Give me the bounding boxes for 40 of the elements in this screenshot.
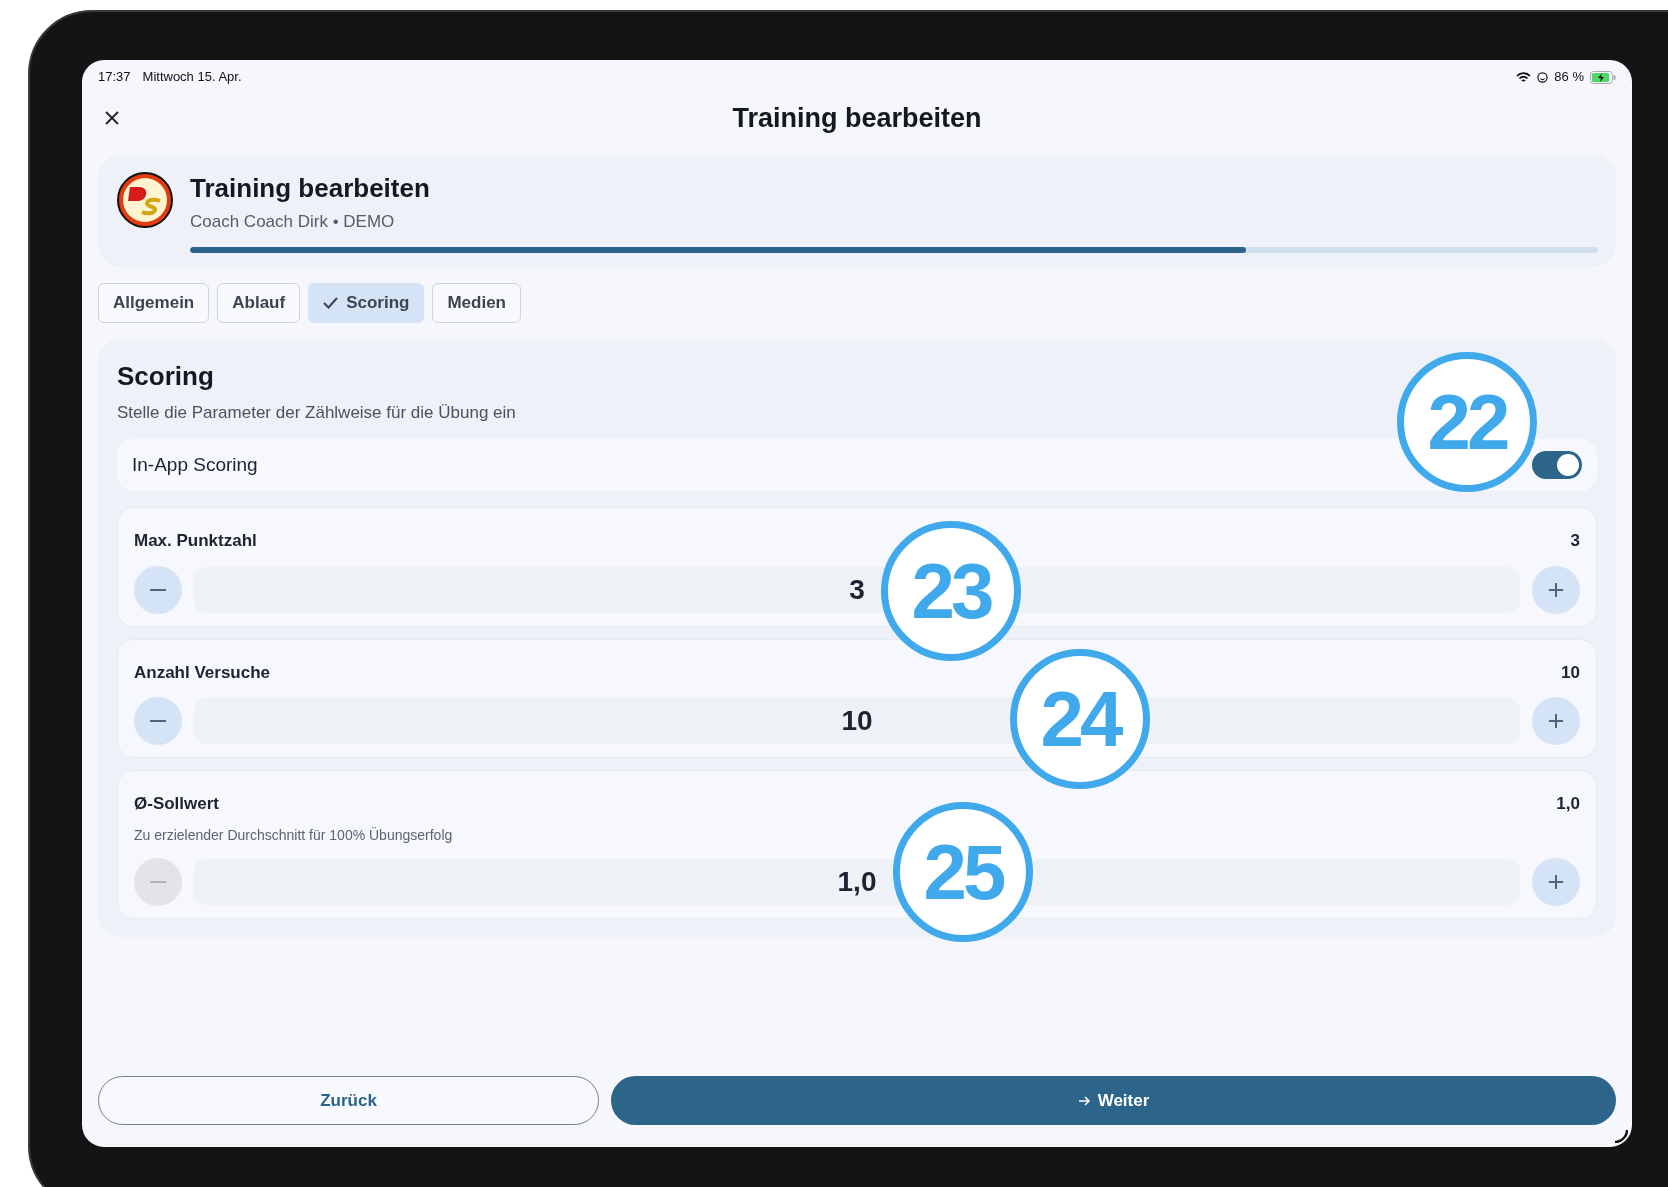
tab[interactable]: Allgemein — [98, 282, 210, 323]
stepper-label: Max. Punktzahl — [134, 530, 257, 552]
close-icon — [105, 111, 119, 125]
minus-icon — [150, 720, 166, 722]
stepper-hint: Zu erzielender Durchschnitt für 100% Übungserfolg — [134, 825, 454, 845]
tab[interactable]: Scoring — [308, 282, 425, 323]
status-date: Mittwoch 15. Apr. — [142, 68, 242, 87]
section-description: Stelle die Parameter der Zählweise für die Übung ein — [117, 401, 517, 424]
corner-arc-icon — [1614, 1129, 1628, 1143]
summary-title: Training bearbeiten — [190, 172, 431, 205]
stepper-reading: 10 — [1561, 661, 1580, 684]
check-icon — [323, 296, 339, 309]
stepper-reading: 1,0 — [1556, 793, 1580, 815]
tab[interactable]: Medien — [432, 282, 521, 323]
increment-button[interactable] — [1532, 565, 1580, 614]
toggle-label: In-App Scoring — [132, 452, 258, 477]
stepper-label: Ø-Sollwert — [134, 793, 219, 815]
arrow-right-icon — [1077, 1095, 1090, 1106]
summary-subtitle: Coach Coach Dirk • DEMO — [190, 211, 396, 233]
toggle-switch[interactable] — [1532, 451, 1582, 479]
wifi-icon — [1516, 71, 1532, 83]
minus-icon — [150, 588, 166, 591]
plus-icon — [1548, 873, 1564, 890]
smiley-icon — [1537, 71, 1549, 83]
battery-percent: 86 % — [1554, 68, 1584, 87]
increment-button[interactable] — [1532, 857, 1580, 906]
battery-charging-icon — [1590, 70, 1616, 84]
plus-icon — [1548, 713, 1564, 729]
increment-button[interactable] — [1532, 697, 1580, 745]
plus-icon — [1548, 581, 1564, 598]
next-button[interactable]: Weiter — [611, 1076, 1616, 1125]
page-title: Training bearbeiten — [732, 101, 982, 135]
minus-icon — [150, 880, 166, 883]
stepper-reading: 3 — [1570, 530, 1580, 552]
status-time: 17:37 — [98, 68, 131, 87]
stepper-label: Anzahl Versuche — [134, 661, 271, 684]
section-title: Scoring — [117, 359, 215, 393]
tab[interactable]: Ablauf — [217, 282, 301, 323]
logo-icon — [116, 171, 174, 229]
back-button[interactable]: Zurück — [98, 1076, 599, 1125]
